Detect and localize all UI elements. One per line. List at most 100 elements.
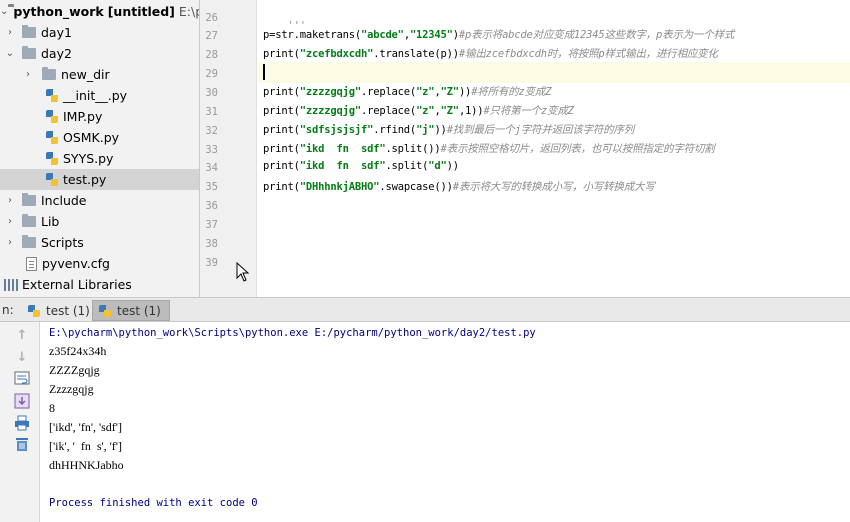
tree-item-day2[interactable]: ⌄ day2: [0, 43, 199, 64]
tree-item-lib[interactable]: › Lib: [0, 211, 199, 232]
line-number: 38: [205, 238, 218, 250]
python-file-icon: [46, 109, 58, 124]
line-number: 36: [205, 200, 218, 212]
line-number: 30: [205, 87, 218, 99]
console-output-line: z35f24x34h: [49, 344, 107, 358]
python-file-icon: [46, 151, 58, 166]
run-console[interactable]: E:\pycharm\python_work\Scripts\python.ex…: [41, 322, 850, 522]
line-number: 26: [205, 12, 218, 24]
chevron-right-icon[interactable]: ›: [4, 216, 16, 227]
run-tab-label: test (1): [46, 303, 90, 318]
code-line-32: print("sdfsjsjsjf".rfind("j"))#找到最后一个j字符…: [263, 124, 635, 136]
tree-item-label: OSMK.py: [63, 130, 120, 145]
tree-item-test-py[interactable]: test.py: [0, 169, 199, 190]
code-line-33: print("ikd fn sdf".split())#表示按照空格切片，返回列…: [263, 143, 715, 155]
tree-item-syys-py[interactable]: SYYS.py: [0, 148, 199, 169]
run-toolbar: ↑ ↓: [0, 322, 40, 522]
tree-item-label: External Libraries: [22, 277, 132, 292]
tree-item-label: Include: [41, 193, 87, 208]
console-exit-line: Process finished with exit code 0: [49, 497, 258, 509]
line-number: 28: [205, 49, 218, 61]
run-tab-2[interactable]: test (1): [92, 300, 170, 321]
tree-item-scripts[interactable]: › Scripts: [0, 232, 199, 253]
line-number: 27: [205, 30, 218, 42]
config-file-icon: [26, 256, 37, 271]
line-number: 33: [205, 144, 218, 156]
project-root-name: python_work: [13, 4, 104, 19]
console-output-line: ['ik', ' fn s', 'f']: [49, 439, 122, 453]
editor-gutter: 26 27 28 29 30 31 32 33 34 35 36 37 38 3…: [200, 0, 257, 297]
project-root-path: E:\pyc: [178, 4, 199, 19]
code-line-27: p=str.maketrans("abcde","12345")#p表示将abc…: [263, 29, 735, 41]
run-tab-label: test (1): [117, 303, 161, 318]
project-tree-panel: ⌄ python_work [untitled] E:\pyc › day1 ⌄…: [0, 0, 200, 297]
run-label: n:: [2, 303, 14, 317]
tree-item-imp-py[interactable]: IMP.py: [0, 106, 199, 127]
python-file-icon: [46, 88, 58, 103]
soft-wrap-icon[interactable]: [13, 369, 31, 387]
folder-icon: [42, 67, 56, 80]
up-stack-arrow-icon[interactable]: ↑: [13, 326, 31, 344]
tree-item-pyvenv-cfg[interactable]: pyvenv.cfg: [0, 253, 199, 274]
code-line-31: print("zzzzgqjg".replace("z","Z",1))#只将第…: [263, 105, 574, 117]
tree-item-label: Lib: [41, 214, 60, 229]
scroll-to-end-icon[interactable]: [13, 392, 31, 410]
python-run-icon: [28, 304, 40, 317]
project-root-tag: [untitled]: [107, 4, 175, 19]
run-tab-1[interactable]: test (1): [22, 300, 98, 321]
print-icon[interactable]: [13, 414, 31, 432]
code-line-26: ''': [287, 20, 307, 32]
mouse-pointer-icon: [236, 262, 250, 282]
tree-item-label: __init__.py: [63, 88, 128, 103]
tree-item-label: SYYS.py: [63, 151, 114, 166]
tree-item-init-py[interactable]: __init__.py: [0, 85, 199, 106]
line-number: 34: [205, 162, 218, 174]
console-output-line: ZZZZgqjg: [49, 363, 100, 377]
code-line-30: print("zzzzgqjg".replace("z","Z"))#将所有的z…: [263, 86, 552, 98]
tree-item-label: new_dir: [61, 67, 110, 82]
line-number: 31: [205, 106, 218, 118]
trash-icon[interactable]: [13, 435, 31, 453]
chevron-right-icon[interactable]: ›: [4, 195, 16, 206]
code-line-35: print("DHhhnkjABHO".swapcase())#表示将大写的转换…: [263, 181, 655, 193]
chevron-right-icon[interactable]: ›: [4, 27, 16, 38]
python-run-icon: [99, 304, 111, 317]
chevron-down-icon[interactable]: ⌄: [4, 48, 16, 59]
python-file-icon: [46, 130, 58, 145]
folder-icon: [22, 46, 36, 59]
project-root-row[interactable]: ⌄ python_work [untitled] E:\pyc: [0, 1, 199, 22]
folder-icon: [22, 214, 36, 227]
tree-item-new-dir[interactable]: › new_dir: [0, 64, 199, 85]
console-command-line: E:\pycharm\python_work\Scripts\python.ex…: [49, 327, 536, 339]
tree-item-external-libraries[interactable]: External Libraries: [0, 274, 199, 295]
console-output-line: Zzzzgqjg: [49, 382, 94, 396]
console-output-line: 8: [49, 401, 55, 415]
chevron-down-icon[interactable]: ⌄: [0, 6, 8, 17]
tree-item-label: day2: [41, 46, 72, 61]
line-number: 29: [205, 68, 218, 80]
chevron-right-icon[interactable]: ›: [4, 237, 16, 248]
python-file-icon: [46, 172, 58, 187]
down-stack-arrow-icon[interactable]: ↓: [13, 348, 31, 366]
line-number: 35: [205, 181, 218, 193]
current-line-highlight: [258, 62, 850, 83]
tree-item-label: IMP.py: [63, 109, 103, 124]
code-line-34: print("ikd fn sdf".split("d")): [263, 160, 459, 172]
folder-icon: [22, 25, 36, 38]
code-editor[interactable]: ''' p=str.maketrans("abcde","12345")#p表示…: [258, 0, 850, 297]
tree-item-label: pyvenv.cfg: [42, 256, 110, 271]
line-number: 37: [205, 219, 218, 231]
tree-item-day1[interactable]: › day1: [0, 22, 199, 43]
line-number: 32: [205, 125, 218, 137]
console-output-line: ['ikd', 'fn', 'sdf']: [49, 420, 122, 434]
tree-item-label: test.py: [63, 172, 107, 187]
tree-item-include[interactable]: › Include: [0, 190, 199, 211]
line-number: 39: [205, 257, 218, 269]
console-output-line: dhHHNKJabho: [49, 458, 124, 472]
folder-icon: [22, 235, 36, 248]
chevron-right-icon[interactable]: ›: [22, 69, 34, 80]
text-caret: [263, 64, 265, 80]
tree-item-label: day1: [41, 25, 72, 40]
library-icon: [4, 278, 18, 291]
tree-item-osmk-py[interactable]: OSMK.py: [0, 127, 199, 148]
